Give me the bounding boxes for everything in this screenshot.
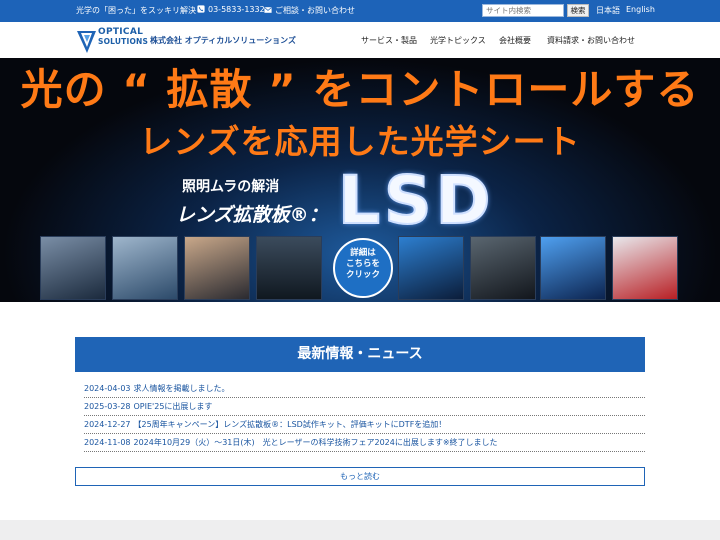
- hero-product-name: レンズ拡散板®：: [176, 204, 328, 226]
- site-search-input[interactable]: [482, 4, 564, 17]
- news-date: 2025-03-28: [84, 402, 131, 411]
- lang-japanese-link[interactable]: 日本語: [596, 5, 620, 16]
- mail-icon: [264, 7, 272, 13]
- thumb-car-dashboard-image: [256, 236, 322, 300]
- news-item[interactable]: 2024-12-27 【25周年キャンペーン】レンズ拡散板®：LSD試作キット、評…: [84, 416, 645, 434]
- news-item[interactable]: 2024-04-03 求人情報を掲載しました。: [84, 380, 645, 398]
- news-date: 2024-11-08: [84, 438, 131, 447]
- read-more-button[interactable]: もっと読む: [75, 467, 645, 486]
- nav-request-contact[interactable]: 資料請求・お問い合わせ: [547, 35, 635, 46]
- thumb-vr-headset-image: [184, 236, 250, 300]
- phone-icon: [197, 5, 205, 13]
- news-item[interactable]: 2025-03-28 OPIE'25に出展します: [84, 398, 645, 416]
- thumb-car-taillight-image: [612, 236, 678, 300]
- tagline: 光学の「困った」をスッキリ解決: [76, 6, 196, 15]
- search-button[interactable]: 検索: [567, 4, 589, 17]
- hero-banner[interactable]: 光の “ 拡散 ” をコントロールする レンズを応用した光学シート 照明ムラの解…: [0, 58, 720, 302]
- news-title: 【25周年キャンペーン】レンズ拡散板®：LSD試作キット、評価キットにDTFを追…: [133, 420, 447, 429]
- top-utility-bar: 光学の「困った」をスッキリ解決 03-5833-1332 ご相談・お問い合わせ …: [0, 0, 720, 22]
- footer-band: [0, 520, 720, 540]
- news-title: 2024年10月29（火）～31日(木) 光とレーザーの科学技術フェア2024に…: [133, 438, 498, 447]
- news-heading: 最新情報・ニュース: [75, 337, 645, 372]
- thumb-lighting-fixture-image: [470, 236, 536, 300]
- nav-optical-topics[interactable]: 光学トピックス: [430, 35, 486, 46]
- news-item[interactable]: 2024-11-08 2024年10月29（火）～31日(木) 光とレーザーの科学…: [84, 434, 645, 452]
- hero-tagline: 照明ムラの解消: [182, 179, 280, 195]
- badge-line-1: 詳細は: [350, 248, 376, 258]
- details-click-badge[interactable]: 詳細は こちらを クリック: [333, 238, 393, 298]
- site-header: OPTICAL SOLUTIONS 株式会社 オプティカルソリューションズ サー…: [0, 22, 720, 58]
- thumb-touch-interface-image: [398, 236, 464, 300]
- phone-number: 03-5833-1332: [208, 5, 265, 14]
- hero-headline: 光の “ 拡散 ” をコントロールする: [20, 65, 700, 114]
- lang-english-link[interactable]: English: [626, 5, 655, 14]
- hero-subheadline: レンズを応用した光学シート: [139, 122, 581, 161]
- thumb-lab-equipment-image: [40, 236, 106, 300]
- news-title: OPIE'25に出展します: [133, 402, 213, 411]
- logo-wordmark-line1: OPTICAL: [98, 27, 144, 37]
- news-title: 求人情報を掲載しました。: [133, 384, 230, 393]
- badge-line-2: こちらを: [345, 259, 380, 269]
- news-date: 2024-12-27: [84, 420, 131, 429]
- logo-wordmark-line2: SOLUTIONS: [98, 37, 149, 46]
- lsd-logo: LSD: [337, 162, 495, 239]
- news-date: 2024-04-03: [84, 384, 131, 393]
- nav-company-overview[interactable]: 会社概要: [499, 35, 531, 46]
- nav-services-products[interactable]: サービス・製品: [361, 35, 417, 46]
- thumb-microscope-image: [112, 236, 178, 300]
- thumb-light-beam-image: [540, 236, 606, 300]
- company-name: 株式会社 オプティカルソリューションズ: [150, 36, 296, 45]
- contact-link[interactable]: ご相談・お問い合わせ: [264, 5, 355, 16]
- badge-line-3: クリック: [345, 270, 380, 280]
- contact-label: ご相談・お問い合わせ: [275, 6, 355, 15]
- phone-link[interactable]: 03-5833-1332: [197, 5, 265, 14]
